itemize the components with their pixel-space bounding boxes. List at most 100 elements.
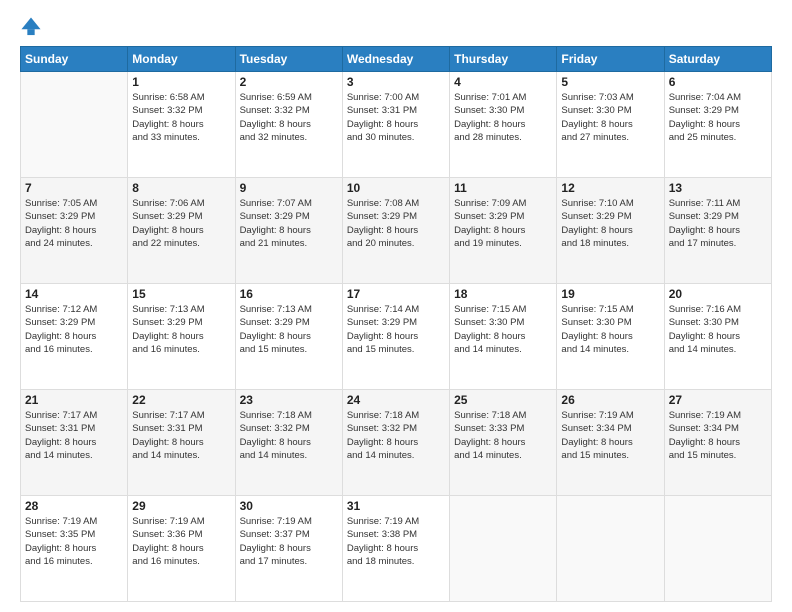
calendar-table: SundayMondayTuesdayWednesdayThursdayFrid… <box>20 46 772 602</box>
calendar-week-row: 14 Sunrise: 7:12 AM Sunset: 3:29 PM Dayli… <box>21 284 772 390</box>
day-header-monday: Monday <box>128 47 235 72</box>
header <box>20 16 772 40</box>
day-number: 16 <box>240 287 338 301</box>
day-number: 30 <box>240 499 338 513</box>
calendar-cell: 19Sunrise: 7:15 AM Sunset: 3:30 PM Dayli… <box>557 284 664 390</box>
day-number: 29 <box>132 499 230 513</box>
calendar-cell: 14 Sunrise: 7:12 AM Sunset: 3:29 PM Dayli… <box>21 284 128 390</box>
day-info: Sunrise: 7:13 AM Sunset: 3:29 PM Dayligh… <box>240 303 338 356</box>
day-header-thursday: Thursday <box>450 47 557 72</box>
logo <box>20 16 44 40</box>
day-number: 24 <box>347 393 445 407</box>
calendar-cell: 29Sunrise: 7:19 AM Sunset: 3:36 PM Dayli… <box>128 496 235 602</box>
calendar-cell: 23 Sunrise: 7:18 AM Sunset: 3:32 PM Dayli… <box>235 390 342 496</box>
day-info: Sunrise: 7:03 AM Sunset: 3:30 PM Dayligh… <box>561 91 659 144</box>
day-number: 17 <box>347 287 445 301</box>
day-header-tuesday: Tuesday <box>235 47 342 72</box>
day-info: Sunrise: 7:01 AM Sunset: 3:30 PM Dayligh… <box>454 91 552 144</box>
calendar-cell: 26 Sunrise: 7:19 AM Sunset: 3:34 PM Dayli… <box>557 390 664 496</box>
day-info: Sunrise: 7:19 AM Sunset: 3:37 PM Dayligh… <box>240 515 338 568</box>
day-info: Sunrise: 7:18 AM Sunset: 3:32 PM Dayligh… <box>347 409 445 462</box>
day-number: 22 <box>132 393 230 407</box>
day-info: Sunrise: 7:12 AM Sunset: 3:29 PM Dayligh… <box>25 303 123 356</box>
calendar-cell: 24 Sunrise: 7:18 AM Sunset: 3:32 PM Dayli… <box>342 390 449 496</box>
calendar-cell <box>557 496 664 602</box>
day-info: Sunrise: 7:17 AM Sunset: 3:31 PM Dayligh… <box>25 409 123 462</box>
calendar-cell: 11 Sunrise: 7:09 AM Sunset: 3:29 PM Dayli… <box>450 178 557 284</box>
day-number: 4 <box>454 75 552 89</box>
calendar-week-row: 7Sunrise: 7:05 AM Sunset: 3:29 PM Daylig… <box>21 178 772 284</box>
day-info: Sunrise: 7:15 AM Sunset: 3:30 PM Dayligh… <box>454 303 552 356</box>
logo-icon <box>20 16 42 38</box>
day-info: Sunrise: 7:16 AM Sunset: 3:30 PM Dayligh… <box>669 303 767 356</box>
calendar-week-row: 1 Sunrise: 6:58 AM Sunset: 3:32 PM Daylig… <box>21 72 772 178</box>
day-number: 28 <box>25 499 123 513</box>
day-number: 12 <box>561 181 659 195</box>
day-info: Sunrise: 7:08 AM Sunset: 3:29 PM Dayligh… <box>347 197 445 250</box>
calendar-cell: 2 Sunrise: 6:59 AM Sunset: 3:32 PM Daylig… <box>235 72 342 178</box>
calendar-cell <box>21 72 128 178</box>
day-info: Sunrise: 7:06 AM Sunset: 3:29 PM Dayligh… <box>132 197 230 250</box>
day-number: 27 <box>669 393 767 407</box>
day-info: Sunrise: 7:04 AM Sunset: 3:29 PM Dayligh… <box>669 91 767 144</box>
calendar-cell: 12 Sunrise: 7:10 AM Sunset: 3:29 PM Dayli… <box>557 178 664 284</box>
calendar-cell: 22 Sunrise: 7:17 AM Sunset: 3:31 PM Dayli… <box>128 390 235 496</box>
day-number: 13 <box>669 181 767 195</box>
day-number: 10 <box>347 181 445 195</box>
calendar-cell: 5 Sunrise: 7:03 AM Sunset: 3:30 PM Daylig… <box>557 72 664 178</box>
calendar-cell: 8 Sunrise: 7:06 AM Sunset: 3:29 PM Daylig… <box>128 178 235 284</box>
calendar-cell: 13 Sunrise: 7:11 AM Sunset: 3:29 PM Dayli… <box>664 178 771 284</box>
day-header-sunday: Sunday <box>21 47 128 72</box>
day-info: Sunrise: 7:15 AM Sunset: 3:30 PM Dayligh… <box>561 303 659 356</box>
calendar-cell: 21 Sunrise: 7:17 AM Sunset: 3:31 PM Dayli… <box>21 390 128 496</box>
calendar-cell: 17 Sunrise: 7:14 AM Sunset: 3:29 PM Dayli… <box>342 284 449 390</box>
day-number: 11 <box>454 181 552 195</box>
day-number: 23 <box>240 393 338 407</box>
day-number: 9 <box>240 181 338 195</box>
day-info: Sunrise: 6:59 AM Sunset: 3:32 PM Dayligh… <box>240 91 338 144</box>
calendar-cell: 7Sunrise: 7:05 AM Sunset: 3:29 PM Daylig… <box>21 178 128 284</box>
calendar-cell: 6Sunrise: 7:04 AM Sunset: 3:29 PM Daylig… <box>664 72 771 178</box>
day-number: 1 <box>132 75 230 89</box>
day-number: 8 <box>132 181 230 195</box>
day-number: 5 <box>561 75 659 89</box>
day-number: 18 <box>454 287 552 301</box>
day-number: 31 <box>347 499 445 513</box>
day-info: Sunrise: 7:11 AM Sunset: 3:29 PM Dayligh… <box>669 197 767 250</box>
calendar-header-row: SundayMondayTuesdayWednesdayThursdayFrid… <box>21 47 772 72</box>
day-info: Sunrise: 7:07 AM Sunset: 3:29 PM Dayligh… <box>240 197 338 250</box>
day-number: 26 <box>561 393 659 407</box>
day-number: 3 <box>347 75 445 89</box>
day-info: Sunrise: 7:10 AM Sunset: 3:29 PM Dayligh… <box>561 197 659 250</box>
calendar-cell: 1 Sunrise: 6:58 AM Sunset: 3:32 PM Daylig… <box>128 72 235 178</box>
calendar-cell <box>450 496 557 602</box>
day-info: Sunrise: 7:17 AM Sunset: 3:31 PM Dayligh… <box>132 409 230 462</box>
calendar-cell: 30 Sunrise: 7:19 AM Sunset: 3:37 PM Dayli… <box>235 496 342 602</box>
day-info: Sunrise: 7:19 AM Sunset: 3:34 PM Dayligh… <box>561 409 659 462</box>
calendar-cell: 27 Sunrise: 7:19 AM Sunset: 3:34 PM Dayli… <box>664 390 771 496</box>
calendar-cell: 3 Sunrise: 7:00 AM Sunset: 3:31 PM Daylig… <box>342 72 449 178</box>
calendar-cell <box>664 496 771 602</box>
day-info: Sunrise: 7:00 AM Sunset: 3:31 PM Dayligh… <box>347 91 445 144</box>
calendar-cell: 18 Sunrise: 7:15 AM Sunset: 3:30 PM Dayli… <box>450 284 557 390</box>
calendar-week-row: 28Sunrise: 7:19 AM Sunset: 3:35 PM Dayli… <box>21 496 772 602</box>
day-number: 21 <box>25 393 123 407</box>
day-info: Sunrise: 6:58 AM Sunset: 3:32 PM Dayligh… <box>132 91 230 144</box>
day-info: Sunrise: 7:18 AM Sunset: 3:32 PM Dayligh… <box>240 409 338 462</box>
calendar-cell: 9 Sunrise: 7:07 AM Sunset: 3:29 PM Daylig… <box>235 178 342 284</box>
day-number: 7 <box>25 181 123 195</box>
day-number: 20 <box>669 287 767 301</box>
day-info: Sunrise: 7:09 AM Sunset: 3:29 PM Dayligh… <box>454 197 552 250</box>
day-header-wednesday: Wednesday <box>342 47 449 72</box>
day-info: Sunrise: 7:19 AM Sunset: 3:38 PM Dayligh… <box>347 515 445 568</box>
calendar-cell: 25 Sunrise: 7:18 AM Sunset: 3:33 PM Dayli… <box>450 390 557 496</box>
day-header-saturday: Saturday <box>664 47 771 72</box>
day-info: Sunrise: 7:14 AM Sunset: 3:29 PM Dayligh… <box>347 303 445 356</box>
day-number: 25 <box>454 393 552 407</box>
day-number: 2 <box>240 75 338 89</box>
day-number: 14 <box>25 287 123 301</box>
day-info: Sunrise: 7:18 AM Sunset: 3:33 PM Dayligh… <box>454 409 552 462</box>
calendar-cell: 20 Sunrise: 7:16 AM Sunset: 3:30 PM Dayli… <box>664 284 771 390</box>
day-info: Sunrise: 7:19 AM Sunset: 3:34 PM Dayligh… <box>669 409 767 462</box>
day-header-friday: Friday <box>557 47 664 72</box>
